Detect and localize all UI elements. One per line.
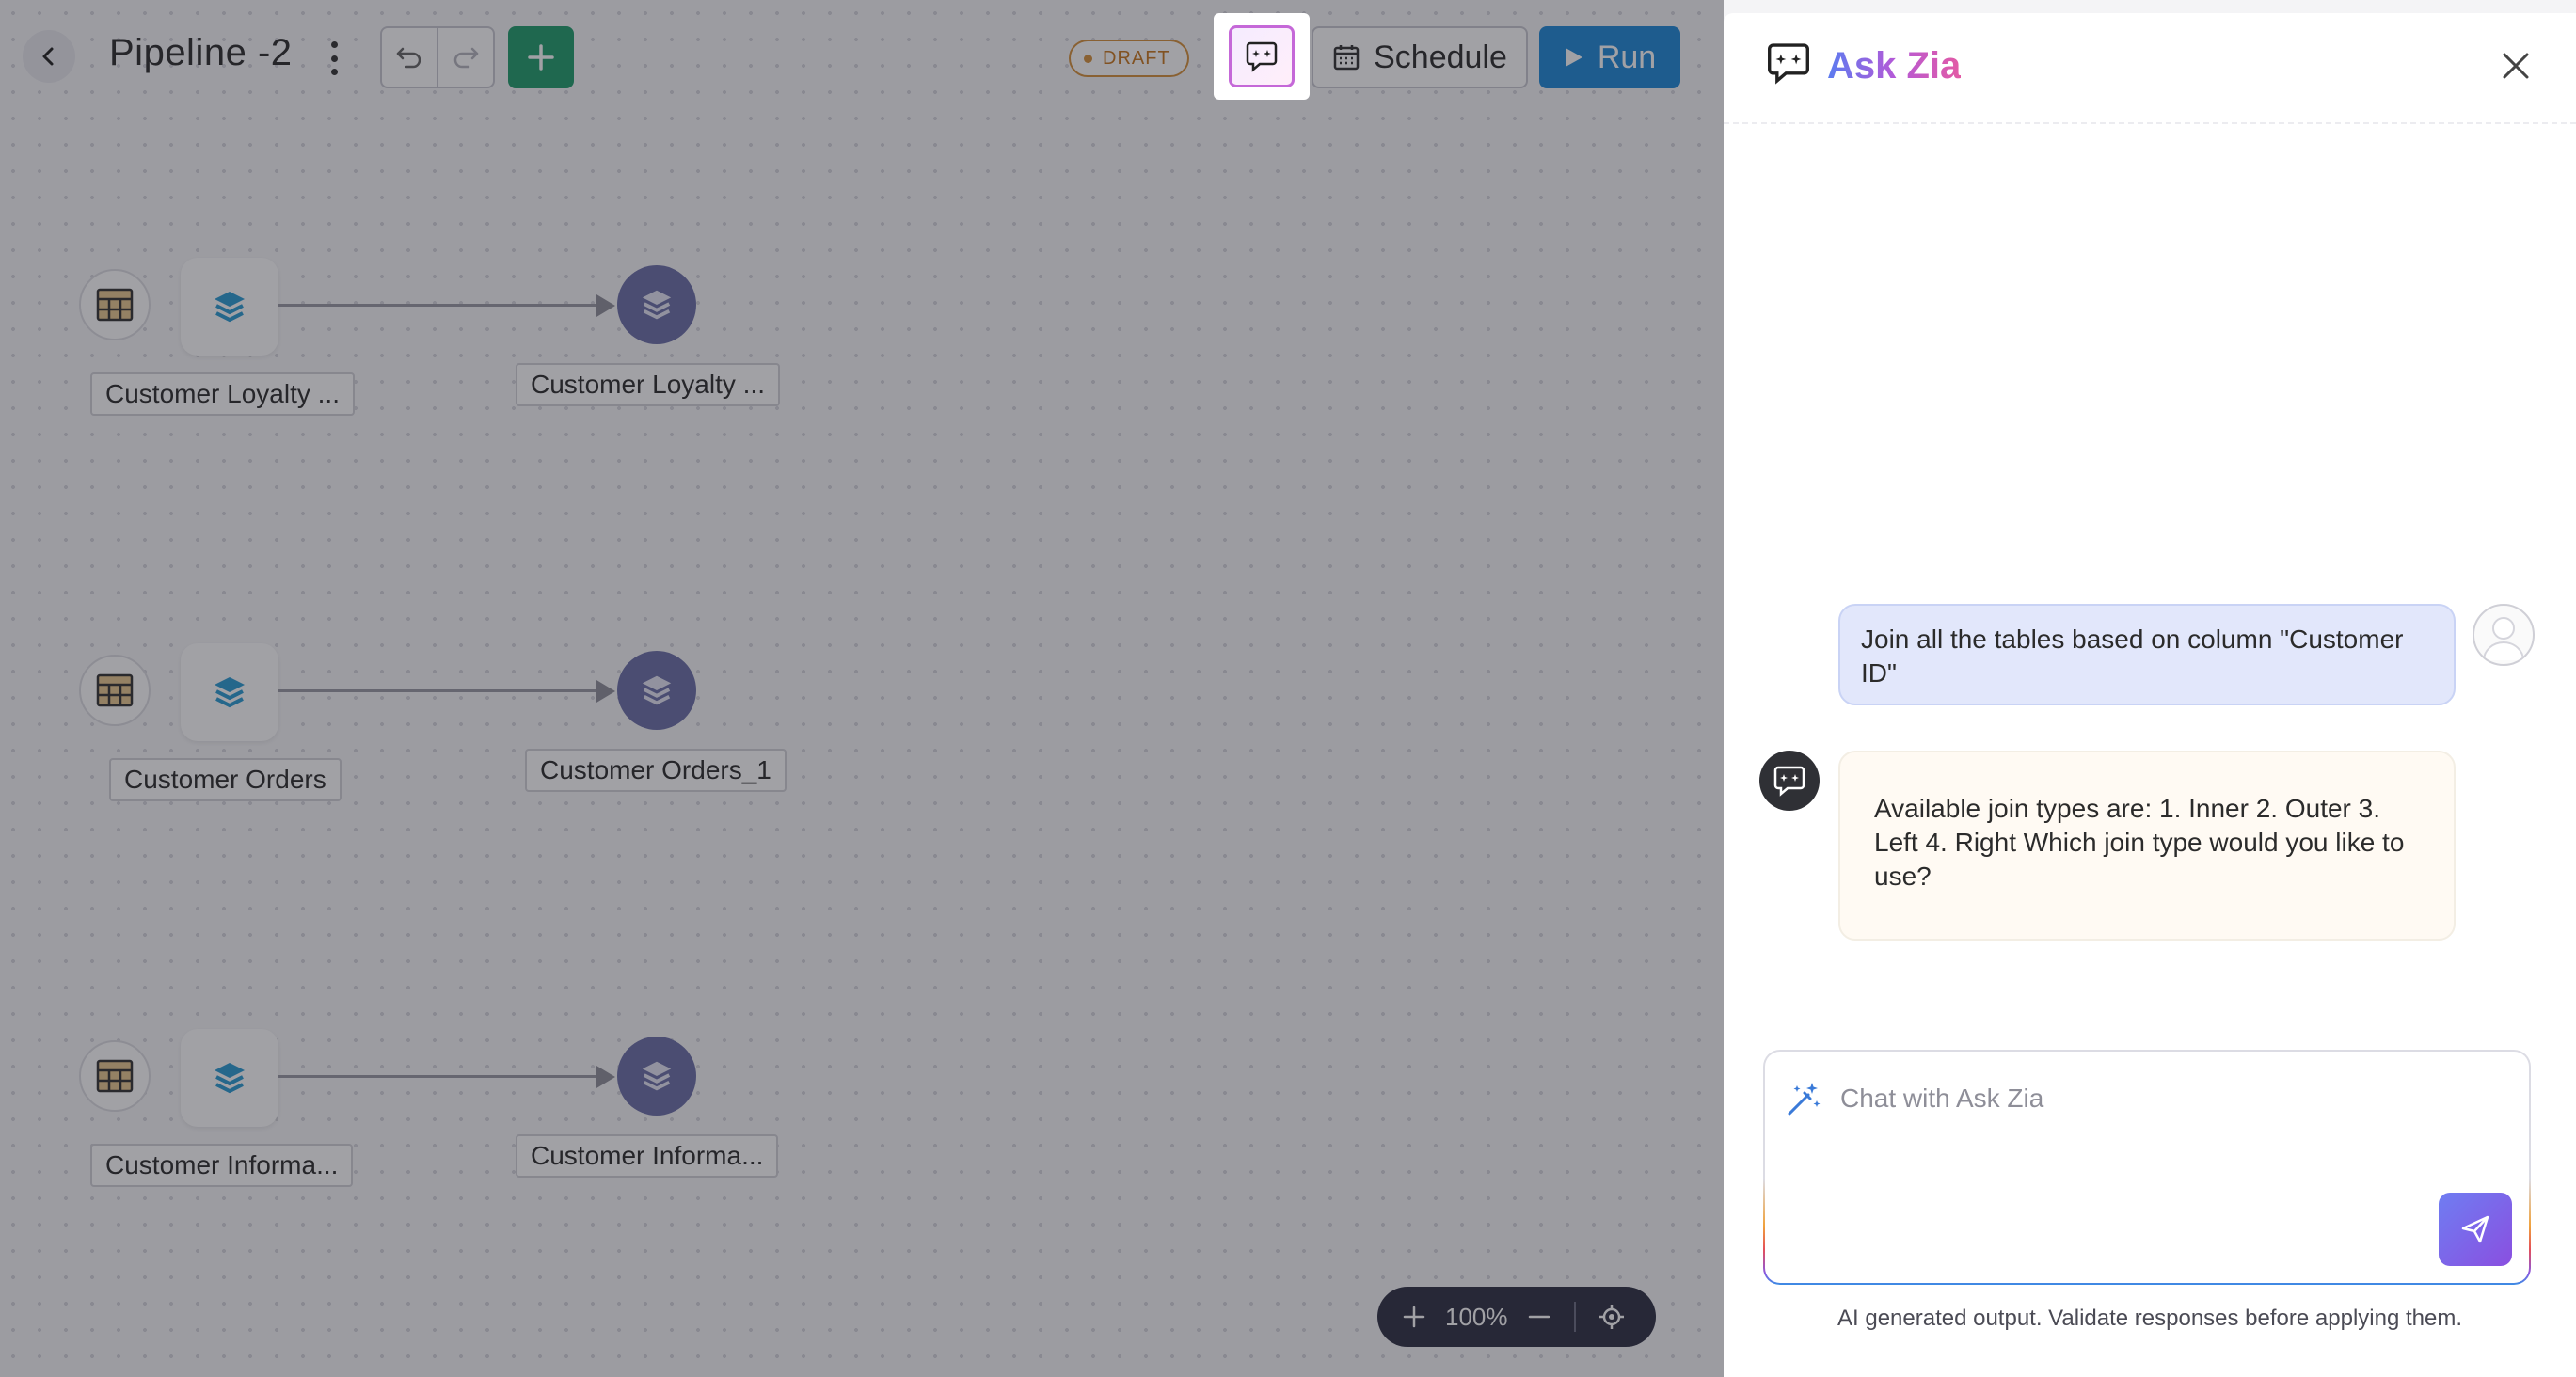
ask-zia-toggle-button[interactable] bbox=[1214, 13, 1310, 100]
chat-composer bbox=[1763, 1050, 2531, 1285]
modal-backdrop[interactable] bbox=[0, 0, 1724, 1377]
user-avatar bbox=[2473, 604, 2535, 666]
ask-zia-icon bbox=[1246, 41, 1278, 72]
close-icon[interactable] bbox=[2497, 47, 2535, 85]
chat-input[interactable] bbox=[1840, 1078, 2480, 1119]
magic-wand-icon bbox=[1788, 1083, 1821, 1116]
panel-title: Ask Zia bbox=[1827, 45, 1962, 87]
ask-zia-icon bbox=[1773, 766, 1805, 797]
send-icon bbox=[2461, 1215, 2489, 1243]
chat-composer-inner bbox=[1765, 1052, 2529, 1283]
send-button[interactable] bbox=[2439, 1193, 2512, 1266]
user-avatar-icon bbox=[2483, 617, 2524, 661]
ask-zia-icon bbox=[1768, 43, 1809, 85]
ask-zia-panel: Ask Zia Join all the tables based on col… bbox=[1724, 13, 2576, 1377]
ask-zia-logo bbox=[1765, 41, 1812, 89]
ai-disclaimer: AI generated output. Validate responses … bbox=[1837, 1306, 2462, 1331]
panel-header: Ask Zia bbox=[1724, 13, 2576, 124]
zia-message-bubble: Available join types are: 1. Inner 2. Ou… bbox=[1838, 751, 2456, 941]
user-message-bubble: Join all the tables based on column "Cus… bbox=[1838, 604, 2456, 705]
zia-avatar bbox=[1759, 751, 1820, 811]
